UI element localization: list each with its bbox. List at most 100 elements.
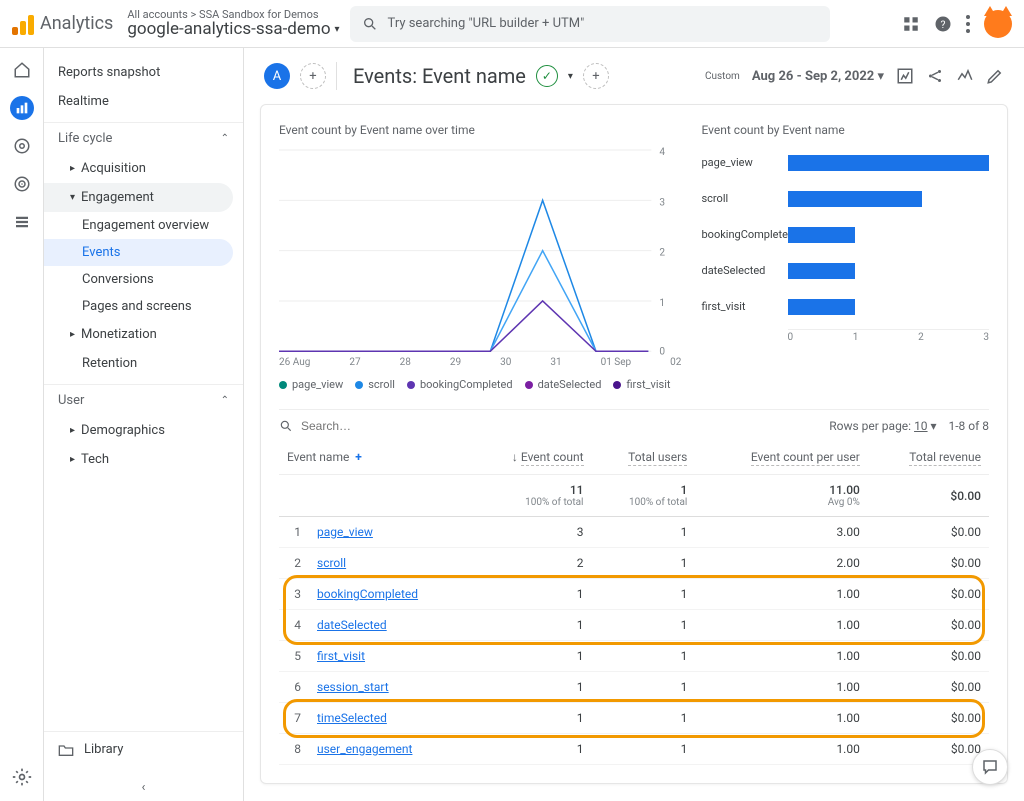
table-search-input[interactable] <box>299 418 458 434</box>
search-box[interactable]: Try searching "URL builder + UTM" <box>350 6 830 42</box>
segment-chip-all[interactable]: A <box>264 63 290 89</box>
advertising-icon[interactable] <box>10 172 34 196</box>
table-controls: Rows per page: 10 ▾ 1-8 of 8 <box>279 409 989 434</box>
nav-rail <box>0 48 44 801</box>
explore-icon[interactable] <box>10 134 34 158</box>
bar-row[interactable]: scroll <box>702 181 990 217</box>
svg-text:2: 2 <box>659 248 665 259</box>
sidebar-acquisition[interactable]: ▸Acquisition <box>44 154 243 183</box>
sort-down-icon: ↓ <box>512 450 518 464</box>
configure-icon[interactable] <box>10 210 34 234</box>
caret-down-icon: ▾ <box>70 192 75 203</box>
event-link[interactable]: session_start <box>317 680 389 694</box>
bar-row[interactable]: page_view <box>702 145 990 181</box>
settings-icon[interactable] <box>10 765 34 789</box>
ga-logo[interactable]: Analytics <box>12 13 113 35</box>
report-main: A + Events: Event name ✓ ▾ + Custom Aug … <box>244 48 1024 801</box>
table-row[interactable]: 6session_start111.00$0.00 <box>279 672 989 703</box>
feedback-button[interactable] <box>972 749 1008 785</box>
col-total-users[interactable]: Total users <box>592 440 696 475</box>
table-row[interactable]: 8user_engagement111.00$0.00 <box>279 734 989 765</box>
folder-icon <box>58 743 74 757</box>
bar-label: page_view <box>702 157 788 169</box>
svg-text:4: 4 <box>659 147 665 158</box>
bar-row[interactable]: first_visit <box>702 289 990 325</box>
legend-item[interactable]: bookingCompleted <box>407 378 513 391</box>
col-event-count[interactable]: ↓ Event count <box>471 440 592 475</box>
col-total-revenue[interactable]: Total revenue <box>868 440 989 475</box>
event-link[interactable]: user_engagement <box>317 742 412 756</box>
sidebar-tech[interactable]: ▸Tech <box>44 445 243 474</box>
bar-label: scroll <box>702 193 788 205</box>
sidebar-conversions[interactable]: Conversions <box>44 266 243 293</box>
bar-label: bookingCompleted <box>702 229 788 241</box>
sidebar-monetization[interactable]: ▸Monetization <box>44 320 243 349</box>
rows-per-page[interactable]: Rows per page: 10 ▾ 1-8 of 8 <box>829 419 989 433</box>
col-count-per-user[interactable]: Event count per user <box>695 440 868 475</box>
verified-icon[interactable]: ✓ <box>536 65 558 87</box>
sidebar-reports-snapshot[interactable]: Reports snapshot <box>44 58 243 87</box>
account-picker[interactable]: All accounts > SSA Sandbox for Demos goo… <box>127 8 339 39</box>
add-dimension-icon[interactable]: + <box>355 450 362 464</box>
property-selector[interactable]: google-analytics-ssa-demo▾ <box>127 19 339 39</box>
table-row[interactable]: 2scroll212.00$0.00 <box>279 548 989 579</box>
event-link[interactable]: timeSelected <box>317 711 387 725</box>
top-actions: ? <box>902 10 1012 38</box>
table-row[interactable]: 5first_visit111.00$0.00 <box>279 641 989 672</box>
bar-label: first_visit <box>702 301 788 313</box>
more-icon[interactable] <box>966 15 970 33</box>
table-search[interactable] <box>279 418 829 434</box>
svg-text:1: 1 <box>659 298 665 309</box>
sidebar-events[interactable]: Events <box>44 239 233 266</box>
edit-icon[interactable] <box>986 67 1004 85</box>
table-row[interactable]: 7timeSelected111.00$0.00 <box>279 703 989 734</box>
event-link[interactable]: dateSelected <box>317 618 387 632</box>
add-comparison-button[interactable]: + <box>300 63 326 89</box>
legend-item[interactable]: scroll <box>355 378 395 391</box>
insights-icon[interactable] <box>956 67 974 85</box>
sidebar-engagement[interactable]: ▾Engagement <box>44 183 233 212</box>
event-link[interactable]: bookingCompleted <box>317 587 418 601</box>
svg-text:0: 0 <box>659 346 665 356</box>
date-range-picker[interactable]: Aug 26 - Sep 2, 2022 ▾ <box>752 69 884 84</box>
chevron-down-icon[interactable]: ▾ <box>568 71 573 82</box>
share-icon[interactable] <box>926 67 944 85</box>
bar-label: dateSelected <box>702 265 788 277</box>
table-row[interactable]: 4dateSelected111.00$0.00 <box>279 610 989 641</box>
line-chart-title: Event count by Event name over time <box>279 123 682 137</box>
sidebar-user[interactable]: User⌃ <box>44 384 243 416</box>
event-link[interactable]: scroll <box>317 556 346 570</box>
chevron-up-icon: ⌃ <box>221 395 229 406</box>
apps-icon[interactable] <box>902 15 920 33</box>
event-link[interactable]: first_visit <box>317 649 365 663</box>
legend-item[interactable]: first_visit <box>613 378 670 391</box>
legend-item[interactable]: dateSelected <box>525 378 602 391</box>
sidebar-pages-screens[interactable]: Pages and screens <box>44 293 243 320</box>
sidebar-retention[interactable]: Retention <box>44 349 243 378</box>
avatar[interactable] <box>984 10 1012 38</box>
sidebar-realtime[interactable]: Realtime <box>44 87 243 116</box>
table-row[interactable]: 3bookingCompleted111.00$0.00 <box>279 579 989 610</box>
col-event-name[interactable]: Event name + <box>279 440 471 475</box>
collapse-panel-icon[interactable]: ‹ <box>44 780 243 795</box>
reports-icon[interactable] <box>10 96 34 120</box>
table-row[interactable]: 1page_view313.00$0.00 <box>279 517 989 548</box>
customize-icon[interactable] <box>896 67 914 85</box>
caret-right-icon: ▸ <box>70 329 75 340</box>
search-placeholder: Try searching "URL builder + UTM" <box>388 16 585 31</box>
bar-row[interactable]: bookingCompleted <box>702 217 990 253</box>
event-link[interactable]: page_view <box>317 525 373 539</box>
bar-row[interactable]: dateSelected <box>702 253 990 289</box>
sidebar-engagement-overview[interactable]: Engagement overview <box>44 212 243 239</box>
sidebar-library[interactable]: Library <box>44 731 243 767</box>
legend-item[interactable]: page_view <box>279 378 343 391</box>
report-card: Event count by Event name over time <box>260 104 1008 784</box>
sidebar-demographics[interactable]: ▸Demographics <box>44 416 243 445</box>
svg-text:?: ? <box>941 17 946 30</box>
bar-chart-x-axis: 0123 <box>788 329 990 343</box>
sidebar-life-cycle[interactable]: Life cycle⌃ <box>44 122 243 154</box>
home-icon[interactable] <box>10 58 34 82</box>
help-icon[interactable]: ? <box>934 15 952 33</box>
report-header: A + Events: Event name ✓ ▾ + Custom Aug … <box>244 48 1024 104</box>
add-filter-button[interactable]: + <box>583 63 609 89</box>
